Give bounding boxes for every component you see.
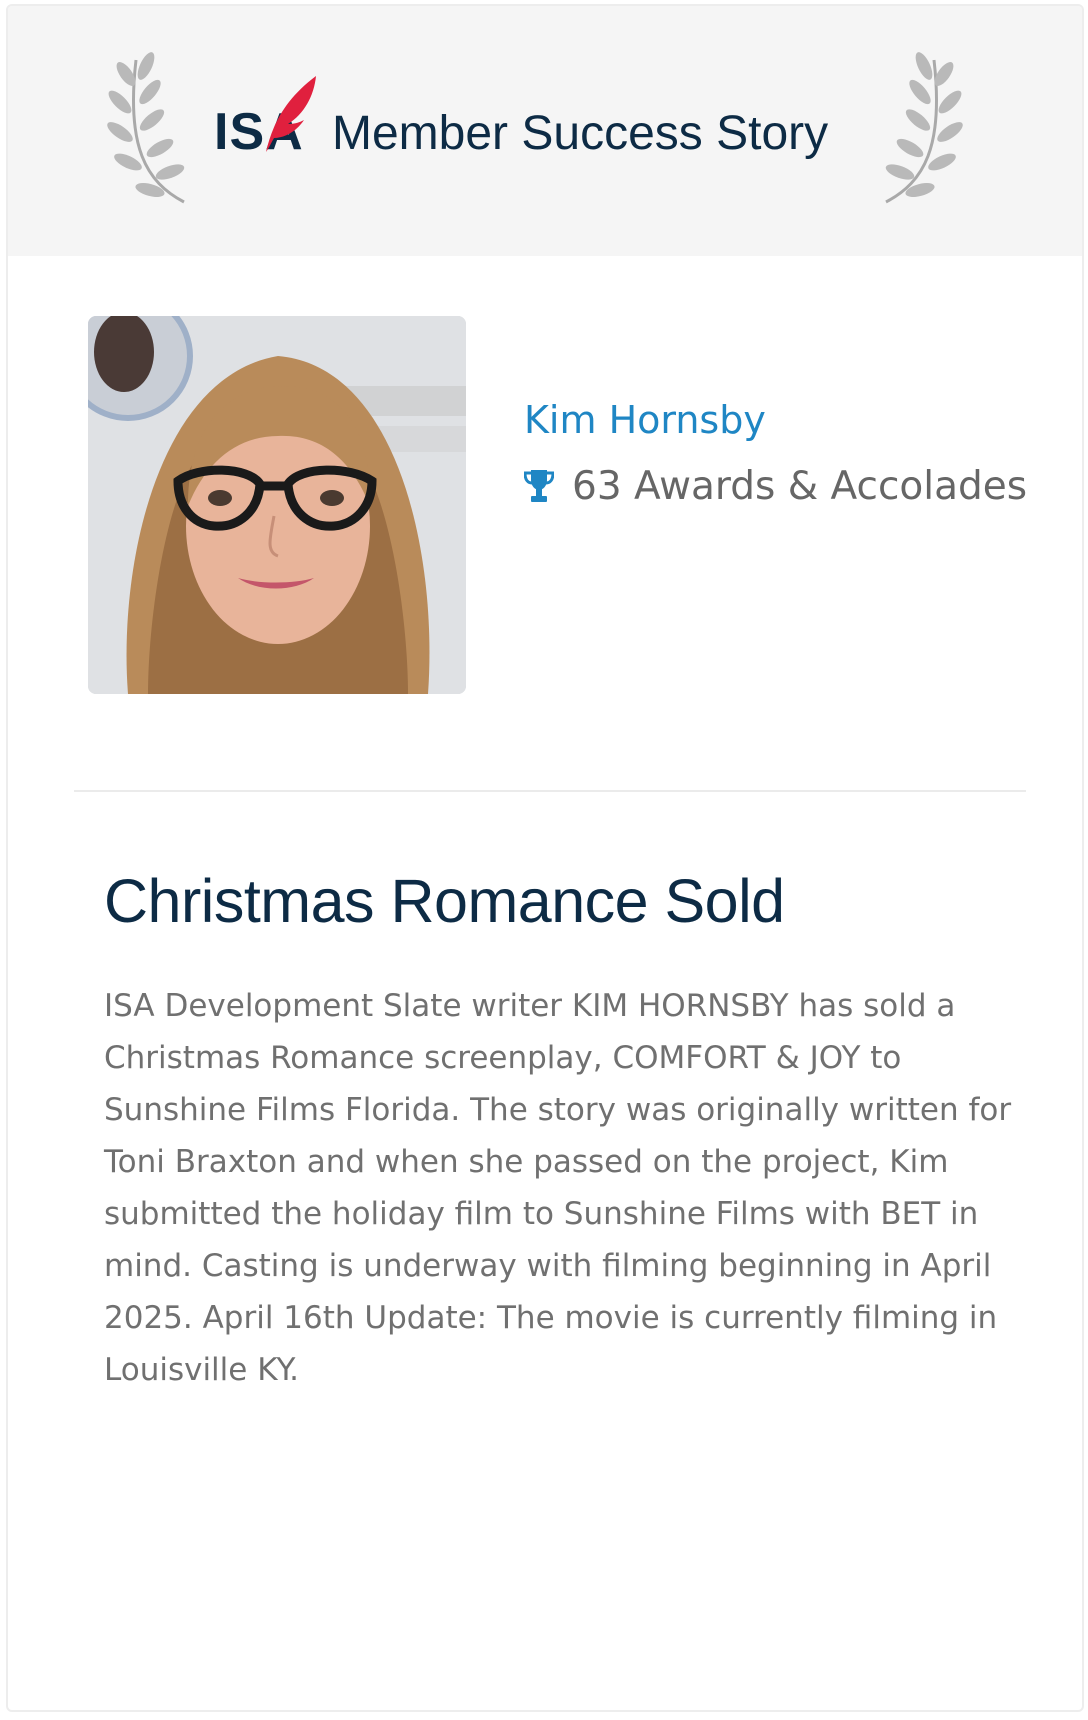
laurel-wreath-icon [885, 52, 963, 204]
story-title: Christmas Romance Sold [104, 867, 785, 935]
awards-count: 63 Awards & Accolades [572, 463, 1028, 509]
member-profile: Kim Hornsby 63 Awards & Accolades [524, 398, 1027, 509]
story-header: ISA Member Success Story [8, 6, 1082, 256]
member-portrait [88, 316, 466, 694]
member-name-link[interactable]: Kim Hornsby [524, 398, 1027, 444]
trophy-icon [524, 470, 554, 503]
success-story-card: ISA Member Success Story Kim Hornsby 63 … [6, 4, 1084, 1712]
awards-summary: 63 Awards & Accolades [524, 464, 1027, 509]
header-title: Member Success Story [332, 107, 829, 160]
isa-brand: ISA Member Success Story [214, 68, 828, 158]
laurel-wreath-icon [107, 52, 185, 204]
section-divider [74, 790, 1026, 792]
story-body: ISA Development Slate writer KIM HORNSBY… [104, 988, 1012, 1388]
isa-logo: ISA [214, 74, 322, 158]
member-photo [88, 316, 466, 694]
quill-feather-icon [266, 76, 316, 152]
